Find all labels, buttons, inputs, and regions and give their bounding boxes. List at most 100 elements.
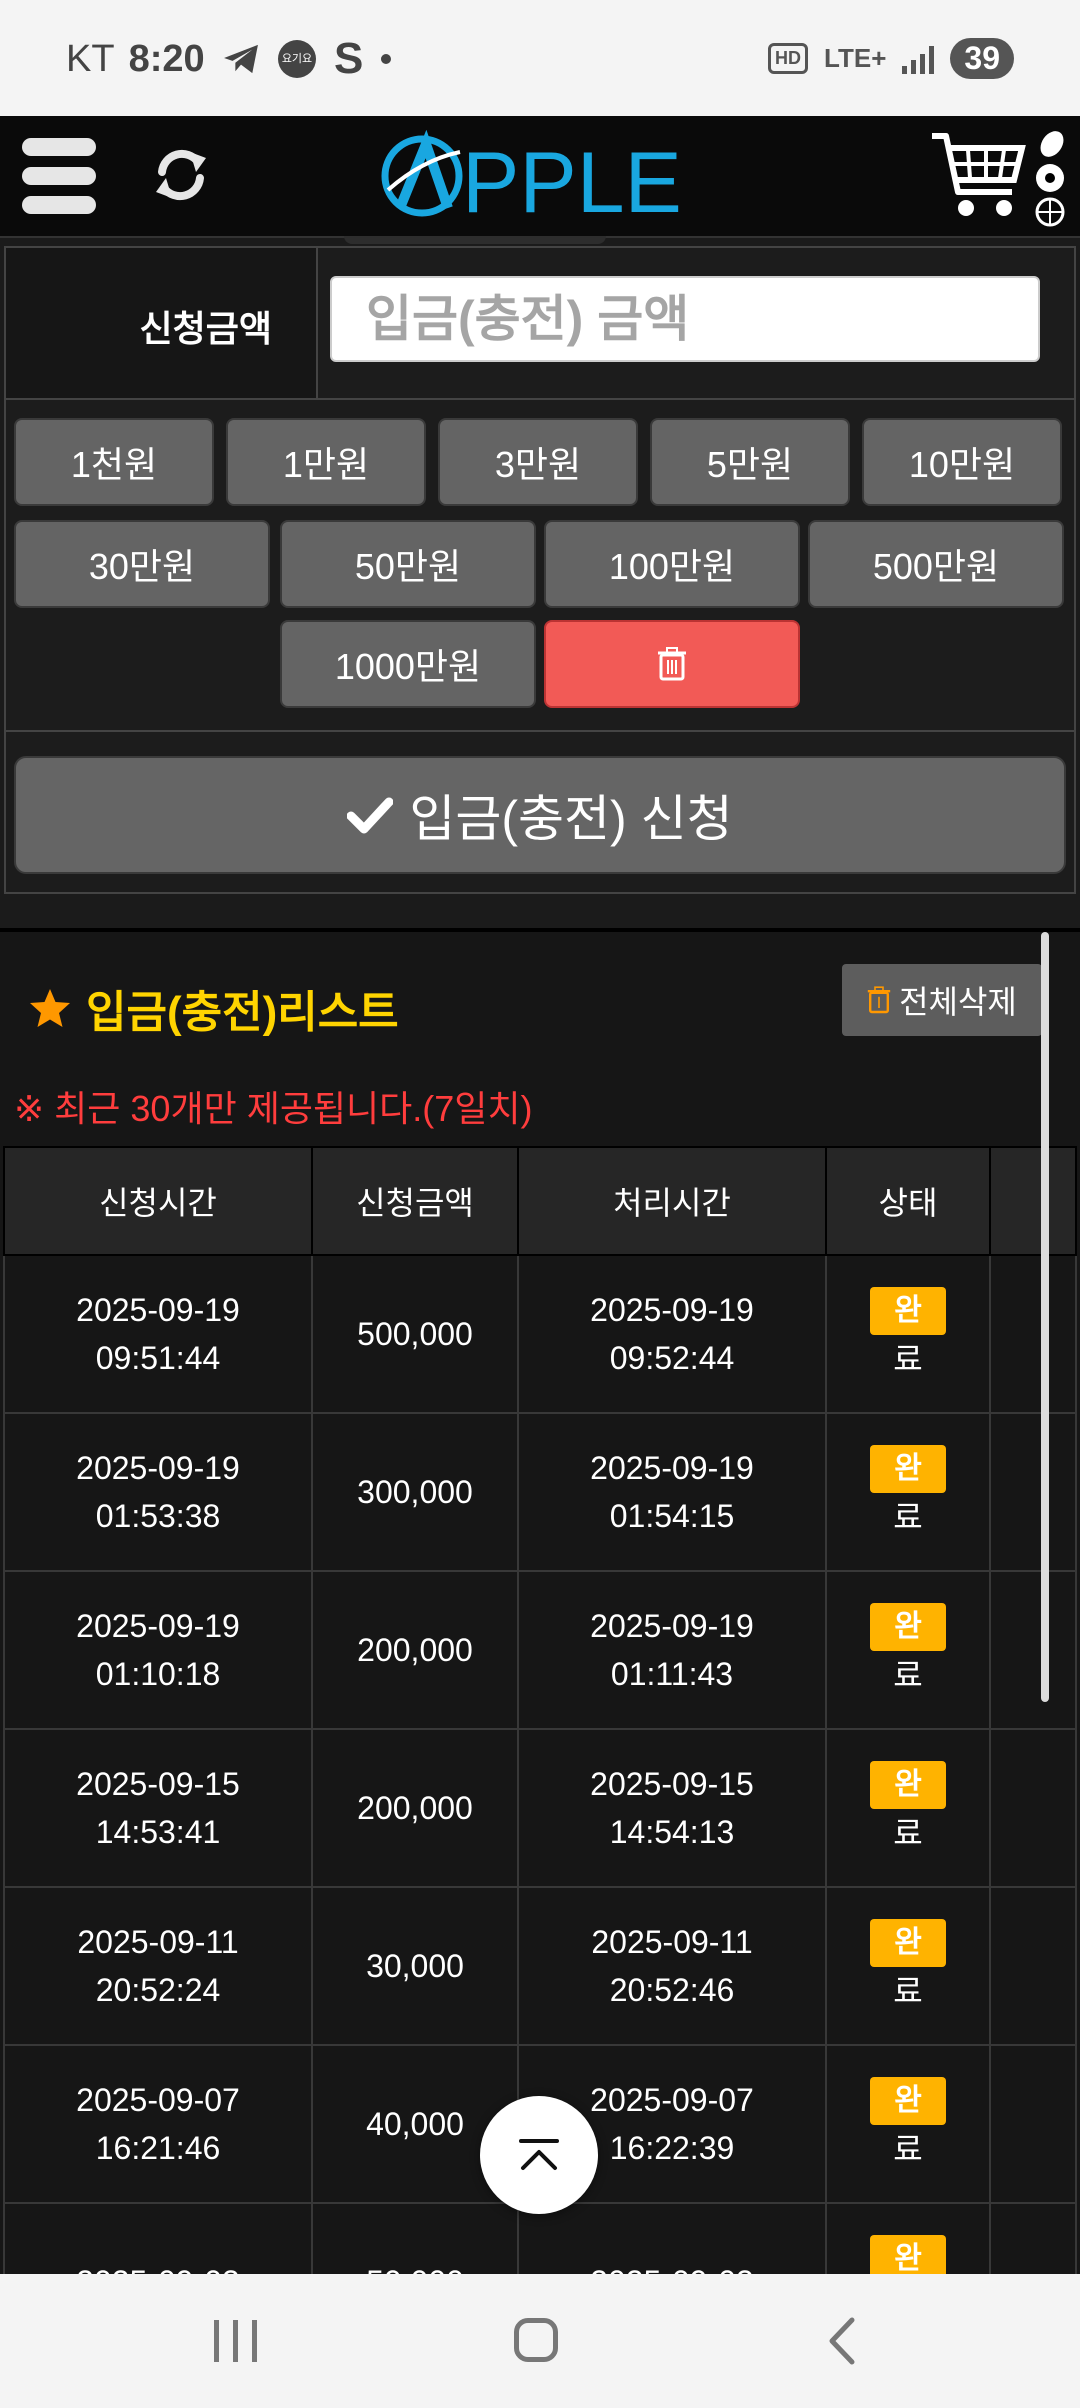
app-header: PPLE [0,116,1080,238]
lte-icon: LTE+ [824,43,887,73]
clear-amount-button[interactable] [544,620,800,708]
refresh-icon[interactable] [154,146,208,204]
status-badge: 완 [870,1445,946,1493]
chip-10million[interactable]: 1000만원 [280,620,536,708]
request-time-cell: 2025-09-07 16:21:46 [3,2044,313,2204]
list-notice: ※ 최근 30개만 제공됩니다.(7일치) [14,1088,533,1129]
amount-cell: 200,000 [311,1728,519,1888]
process-time-cell: 2025-09-19 01:54:15 [517,1412,827,1572]
process-time-cell: 2025-09-15 14:54:13 [517,1728,827,1888]
amount-input[interactable] [330,276,1040,362]
form-divider [6,730,1074,732]
extra-cell [989,2044,1077,2204]
chip-50thousand[interactable]: 5만원 [650,418,850,506]
amount-cell: 50,000 [311,2202,519,2278]
hd-voice-icon: HD [768,43,809,74]
amount-label-cell: 신청금액 [6,248,318,398]
extra-cell [989,1412,1077,1572]
table-row: 2025-09-11 20:52:24 30,000 2025-09-11 20:5… [3,1886,1077,2046]
status-time: 8:20 [128,38,205,80]
chip-1thousand[interactable]: 1천원 [14,418,214,506]
status-badge: 완 [870,1761,946,1809]
chip-5million[interactable]: 500만원 [808,520,1064,608]
deposit-submit-button[interactable]: 입금(충전) 신청 [14,756,1066,874]
cart-icon[interactable] [928,126,1028,226]
list-scrollbar[interactable] [1041,932,1049,1702]
chip-500thousand[interactable]: 50만원 [280,520,536,608]
battery-icon: 39 [950,38,1014,79]
list-title-text: 입금(충전)리스트 [86,988,399,1037]
home-icon[interactable] [514,2318,558,2362]
amount-row: 신청금액 [6,248,1074,400]
hamburger-icon[interactable] [22,138,96,214]
table-row: 2025-09-19 01:53:38 300,000 2025-09-19 01:… [3,1412,1077,1572]
col-status: 상태 [825,1146,991,1256]
delete-all-label: 전체삭제 [899,984,1017,1020]
status-cell: 완료 [825,1886,991,2046]
col-extra [989,1146,1077,1256]
extra-cell [989,1254,1077,1414]
chevron-up-icon [519,2139,559,2170]
back-icon[interactable] [822,2316,862,2366]
apple-logo[interactable]: PPLE [378,130,704,222]
table-row: 2025-09-15 14:53:41 200,000 2025-09-15 14:… [3,1728,1077,1888]
status-cell: 완료 [825,1728,991,1888]
delete-all-button[interactable]: 전체삭제 [842,964,1042,1036]
signal-icon [902,44,935,74]
deposit-submit-label: 입금(충전) 신청 [409,791,733,847]
check-icon [347,797,394,834]
chip-1million[interactable]: 100만원 [544,520,800,608]
table-header-row: 신청시간 신청금액 처리시간 상태 [3,1146,1077,1256]
logo-text: PPLE [462,135,682,222]
status-badge: 완 [870,1287,946,1335]
recent-apps-icon[interactable] [214,2320,257,2362]
process-time-cell: 2025-09-11 20:52:46 [517,1886,827,2046]
status-bar: KT 8:20 요기요 S HD LTE+ 39 [0,0,1080,116]
list-title: 입금(충전)리스트 [28,976,399,1040]
extra-cell [989,1570,1077,1730]
trash-icon [867,986,891,1014]
extra-cell [989,2202,1077,2278]
status-cell: 완료 [825,2202,991,2278]
status-badge: 완 [870,2235,946,2278]
amount-cell: 30,000 [311,1886,519,2046]
request-time-cell: 2025-09-19 01:10:18 [3,1570,313,1730]
deposit-list-section: 입금(충전)리스트 전체삭제 ※ 최근 30개만 제공됩니다.(7일치) 신청시… [0,928,1080,2278]
telegram-icon [224,44,258,74]
process-time-cell: 2025-09-19 01:11:43 [517,1570,827,1730]
col-request-time: 신청시간 [3,1146,313,1256]
status-carrier: KT 8:20 [66,38,205,80]
amount-cell: 500,000 [311,1254,519,1414]
notification-icons: 요기요 S [222,34,392,83]
request-time-cell: 2025-09-15 14:53:41 [3,1728,313,1888]
request-time-cell: 2025-09-19 09:51:44 [3,1254,313,1414]
amount-cell: 300,000 [311,1412,519,1572]
amount-chips: 1천원 1만원 3만원 5만원 10만원 30만원 50만원 100만원 500… [6,400,1074,730]
more-notifications-dot-icon [381,54,392,64]
process-time-cell: 2025-09-19 09:52:44 [517,1254,827,1414]
status-badge: 완 [870,1919,946,1967]
status-badge: 완 [870,2077,946,2125]
chip-10thousand[interactable]: 1만원 [226,418,426,506]
request-time-cell: 2025-09-19 01:53:38 [3,1412,313,1572]
chip-300thousand[interactable]: 30만원 [14,520,270,608]
scroll-top-button[interactable] [480,2096,598,2214]
chip-100thousand[interactable]: 10만원 [862,418,1062,506]
status-cell: 완료 [825,1412,991,1572]
table-row: 2025-09-19 01:10:18 200,000 2025-09-19 01:… [3,1570,1077,1730]
extra-cell [989,1886,1077,2046]
request-time-cell: 2025-09-03 [3,2202,313,2278]
sports-balls-icon [1035,131,1065,227]
star-icon [30,989,70,1027]
table-row: 2025-09-19 09:51:44 500,000 2025-09-19 09:… [3,1254,1077,1414]
s-app-icon: S [334,34,364,83]
amount-label: 신청금액 [139,308,272,349]
col-request-amount: 신청금액 [311,1146,519,1256]
status-cell: 완료 [825,1254,991,1414]
deposit-form: 신청금액 1천원 1만원 3만원 5만원 10만원 30만원 50만원 100만… [4,246,1076,894]
process-time-cell: 2025-09-03 [517,2202,827,2278]
status-badge: 완 [870,1603,946,1651]
system-nav-bar [0,2274,1080,2408]
chip-30thousand[interactable]: 3만원 [438,418,638,506]
table-row: 2025-09-03 50,000 2025-09-03 완료 [3,2202,1077,2278]
